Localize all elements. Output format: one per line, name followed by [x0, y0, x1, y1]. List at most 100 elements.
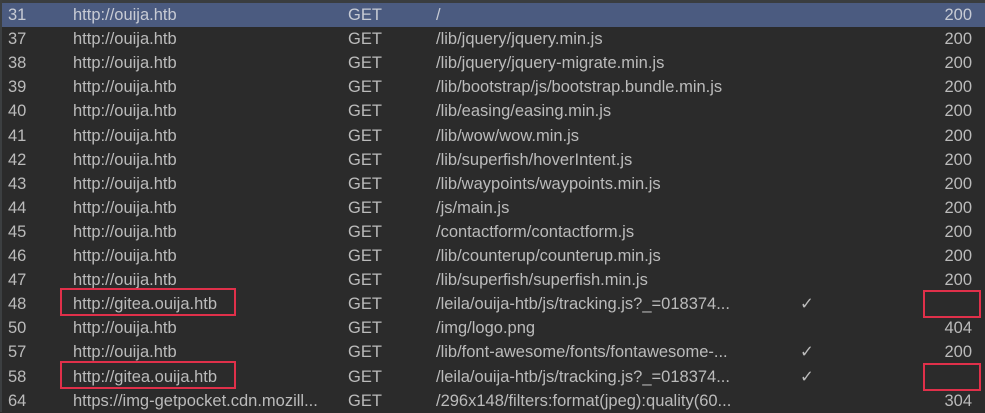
- row-url: /lib/waypoints/waypoints.min.js: [436, 174, 661, 193]
- row-number: 43: [8, 174, 27, 193]
- row-params-check: ✓: [800, 343, 814, 362]
- row-host: http://ouija.htb: [73, 6, 177, 24]
- row-method: GET: [348, 271, 382, 290]
- row-host: https://img-getpocket.cdn.mozill...: [73, 391, 318, 410]
- row-number: 42: [8, 150, 27, 169]
- table-row[interactable]: 41 http://ouija.htb GET/lib/wow/wow.min.js…: [2, 124, 985, 148]
- row-method: GET: [348, 319, 382, 338]
- row-number: 40: [8, 102, 27, 121]
- table-row[interactable]: 50 http://ouija.htb GET/img/logo.png 404: [2, 316, 985, 340]
- row-method: GET: [348, 367, 382, 386]
- row-url: /lib/superfish/superfish.min.js: [436, 271, 648, 290]
- row-host: http://ouija.htb: [73, 102, 177, 121]
- row-url: /leila/ouija-htb/js/tracking.js?_=018374…: [436, 367, 730, 386]
- row-url: /js/main.js: [436, 198, 510, 217]
- row-method: GET: [348, 126, 382, 145]
- table-row[interactable]: 48 http://gitea.ouija.htb GET/leila/ouija-…: [2, 292, 985, 316]
- row-method: GET: [348, 174, 382, 193]
- row-params-check: ✓: [800, 295, 814, 314]
- table-row[interactable]: 40 http://ouija.htb GET/lib/easing/easing.…: [2, 99, 985, 123]
- row-method: GET: [348, 30, 382, 49]
- row-host: http://ouija.htb: [73, 222, 177, 241]
- row-url: /contactform/contactform.js: [436, 222, 635, 241]
- table-row[interactable]: 57 http://ouija.htb GET/lib/font-awesome/f…: [2, 340, 985, 364]
- row-number: 57: [8, 343, 27, 362]
- row-status: 200: [944, 174, 972, 193]
- row-url: /lib/superfish/hoverIntent.js: [436, 150, 633, 169]
- row-number: 45: [8, 222, 27, 241]
- row-number: 41: [8, 126, 27, 145]
- row-url: /leila/ouija-htb/js/tracking.js?_=018374…: [436, 295, 730, 314]
- row-number: 48: [8, 295, 27, 314]
- row-url: /lib/jquery/jquery.min.js: [436, 30, 603, 49]
- row-url: /lib/counterup/counterup.min.js: [436, 247, 661, 265]
- row-host: http://ouija.htb: [73, 319, 177, 338]
- row-host: http://ouija.htb: [73, 54, 177, 73]
- row-url: /lib/wow/wow.min.js: [436, 126, 580, 145]
- row-host: http://ouija.htb: [73, 343, 177, 362]
- row-status: 200: [944, 247, 972, 265]
- row-host: http://ouija.htb: [73, 174, 177, 193]
- row-host: http://ouija.htb: [73, 78, 177, 97]
- table-row[interactable]: 45 http://ouija.htb GET/contactform/contac…: [2, 220, 985, 244]
- row-method: GET: [348, 247, 382, 265]
- row-method: GET: [348, 78, 382, 97]
- row-status: 200: [944, 6, 972, 24]
- row-number: 46: [8, 247, 27, 265]
- table-row[interactable]: 58 http://gitea.ouija.htb GET/leila/ouija-…: [2, 365, 985, 389]
- table-row[interactable]: 64 https://img-getpocket.cdn.mozill... GET…: [2, 389, 985, 413]
- row-status: 200: [944, 271, 972, 290]
- table-row[interactable]: 42 http://ouija.htb GET/lib/superfish/hove…: [2, 148, 985, 172]
- row-status: 200: [944, 222, 972, 241]
- row-url: /296x148/filters:format(jpeg):quality(60…: [436, 391, 732, 410]
- row-number: 44: [8, 198, 27, 217]
- row-url: /lib/bootstrap/js/bootstrap.bundle.min.j…: [436, 78, 723, 97]
- row-status: 304: [944, 391, 972, 410]
- table-row[interactable]: 39 http://ouija.htb GET/lib/bootstrap/js/b…: [2, 75, 985, 99]
- table-row[interactable]: 46 http://ouija.htb GET/lib/counterup/coun…: [2, 244, 985, 268]
- row-host: http://ouija.htb: [73, 247, 177, 265]
- row-method: GET: [348, 343, 382, 362]
- row-host: http://ouija.htb: [73, 30, 177, 49]
- row-status: 200: [944, 54, 972, 73]
- row-url: /lib/font-awesome/fonts/fontawesome-...: [436, 343, 728, 362]
- row-host: http://gitea.ouija.htb: [73, 295, 218, 314]
- row-number: 64: [8, 391, 27, 410]
- row-status: 200: [944, 78, 972, 97]
- row-method: GET: [348, 391, 382, 410]
- table-row[interactable]: 47 http://ouija.htb GET/lib/superfish/supe…: [2, 268, 985, 292]
- row-params-check: ✓: [800, 367, 814, 386]
- row-status: 200: [944, 198, 972, 217]
- row-host: http://ouija.htb: [73, 126, 177, 145]
- table-row[interactable]: 44 http://ouija.htb GET/js/main.js 200: [2, 196, 985, 220]
- table-row[interactable]: 43 http://ouija.htb GET/lib/waypoints/wayp…: [2, 172, 985, 196]
- row-host: http://ouija.htb: [73, 150, 177, 169]
- row-status: 200: [944, 343, 972, 362]
- row-host: http://ouija.htb: [73, 198, 177, 217]
- row-host: http://gitea.ouija.htb: [73, 367, 218, 386]
- row-method: GET: [348, 295, 382, 314]
- row-method: GET: [348, 6, 382, 24]
- row-method: GET: [348, 198, 382, 217]
- row-number: 31: [8, 6, 27, 24]
- row-number: 50: [8, 319, 27, 338]
- row-url: /img/logo.png: [436, 319, 536, 338]
- row-method: GET: [348, 102, 382, 121]
- row-host: http://ouija.htb: [73, 271, 177, 290]
- row-method: GET: [348, 222, 382, 241]
- row-method: GET: [348, 150, 382, 169]
- row-status: 200: [944, 102, 972, 121]
- table-row[interactable]: 37 http://ouija.htb GET/lib/jquery/jquery.…: [2, 27, 985, 51]
- row-number: 47: [8, 271, 27, 290]
- row-url: /lib/easing/easing.min.js: [436, 102, 612, 121]
- proxy-history-table: 31 http://ouija.htb GET / 200 37 http://ouija.…: [0, 0, 985, 412]
- row-status: 200: [944, 150, 972, 169]
- row-url: /: [436, 6, 441, 24]
- row-status: 200: [944, 30, 972, 49]
- table-row[interactable]: 38 http://ouija.htb GET/lib/jquery/jquery-…: [2, 51, 985, 75]
- row-status: 200: [944, 126, 972, 145]
- table-row[interactable]: 31 http://ouija.htb GET / 200: [2, 3, 985, 27]
- row-status: 404: [944, 319, 972, 338]
- row-number: 37: [8, 30, 27, 49]
- row-number: 58: [8, 367, 27, 386]
